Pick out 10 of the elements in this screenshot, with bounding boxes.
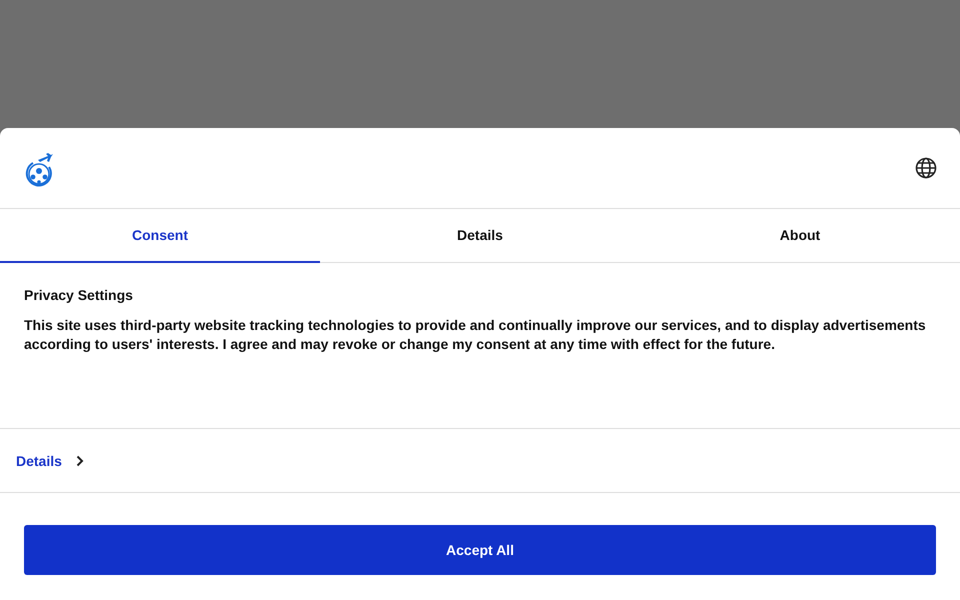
details-link[interactable]: Details: [16, 452, 62, 468]
accept-all-button[interactable]: Accept All: [24, 525, 936, 575]
tab[interactable]: About: [640, 209, 960, 263]
soccer-ball-logo-icon: [24, 153, 54, 187]
consent-text: This site uses third-party website tracking technologies to provide and continually improve our services, and to display advertisements according to users' interests. I agree and may revoke or change my consent at any time with effect for the future.: [24, 316, 927, 354]
tab[interactable]: Consent: [0, 209, 320, 263]
globe-icon[interactable]: [915, 157, 937, 179]
tab[interactable]: Details: [320, 209, 640, 263]
section-title: Privacy Settings: [24, 287, 134, 303]
chevron-right-icon[interactable]: [76, 454, 84, 466]
